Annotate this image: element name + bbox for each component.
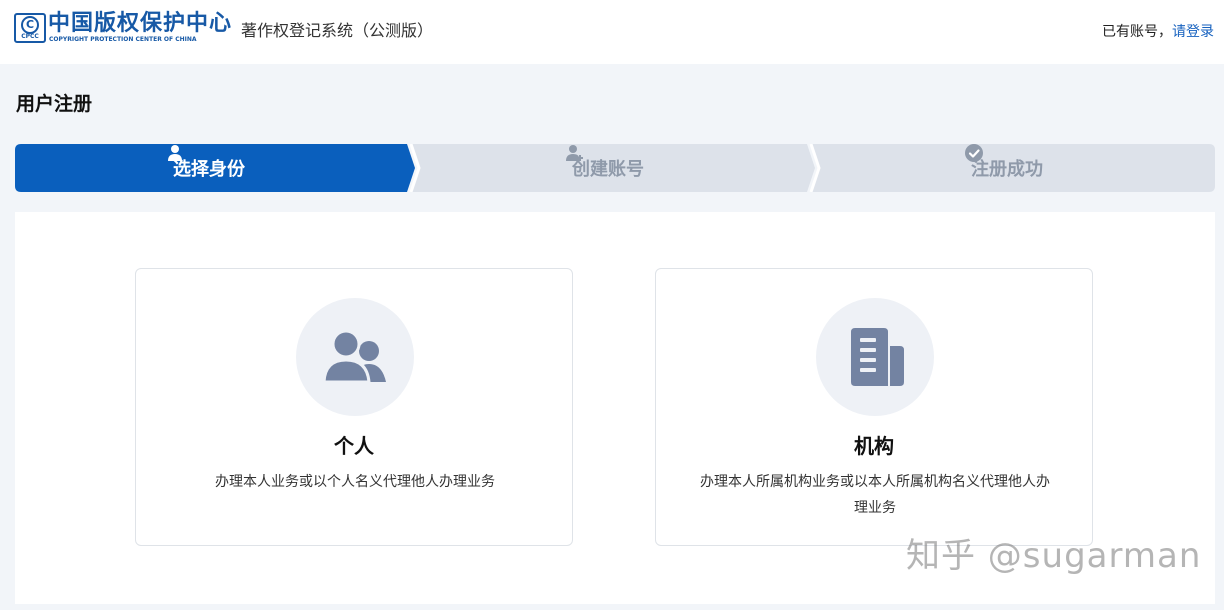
card-description: 办理本人所属机构业务或以本人所属机构名义代理他人办理业务 [700, 474, 1050, 516]
individual-icon-circle [296, 298, 414, 416]
organization-card[interactable]: 机构 办理本人所属机构业务或以本人所属机构名义代理他人办理业务 [655, 268, 1093, 546]
login-prompt: 已有账号， [1102, 24, 1172, 40]
card-description: 办理本人业务或以个人名义代理他人办理业务 [215, 474, 495, 490]
watermark: 知乎 @sugarman [906, 536, 1202, 576]
organization-icon-circle [816, 298, 934, 416]
step-label: 选择身份 [173, 159, 245, 180]
top-header: C CPCC 中国版权保护中心 COPYRIGHT PROTECTION CEN… [0, 0, 1224, 64]
step-registration-success: 注册成功 [965, 144, 1043, 192]
card-title: 个人 [334, 434, 374, 458]
logo-mark-icon: C CPCC [14, 13, 46, 43]
registration-steps: 选择身份 创建账号 注册成功 [15, 144, 1215, 192]
login-link[interactable]: 请登录 [1172, 24, 1214, 40]
building-document-icon [851, 328, 904, 386]
cpcc-logo[interactable]: C CPCC 中国版权保护中心 COPYRIGHT PROTECTION CEN… [14, 11, 231, 45]
card-title: 机构 [854, 434, 894, 458]
logo-name-en: COPYRIGHT PROTECTION CENTER OF CHINA [49, 36, 197, 43]
page-title: 用户注册 [16, 93, 93, 115]
individual-card[interactable]: 个人 办理本人业务或以个人名义代理他人办理业务 [135, 268, 573, 546]
step-select-identity: 选择身份 [167, 144, 245, 192]
login-area: 已有账号，请登录 [1102, 23, 1214, 41]
logo-copyright-letter: C [21, 16, 39, 34]
users-icon [322, 329, 386, 384]
logo-abbreviation: CPCC [21, 33, 39, 40]
logo-name-cn: 中国版权保护中心 [48, 11, 233, 36]
step-create-account: 创建账号 [566, 144, 644, 192]
system-title: 著作权登记系统（公测版） [241, 21, 434, 40]
